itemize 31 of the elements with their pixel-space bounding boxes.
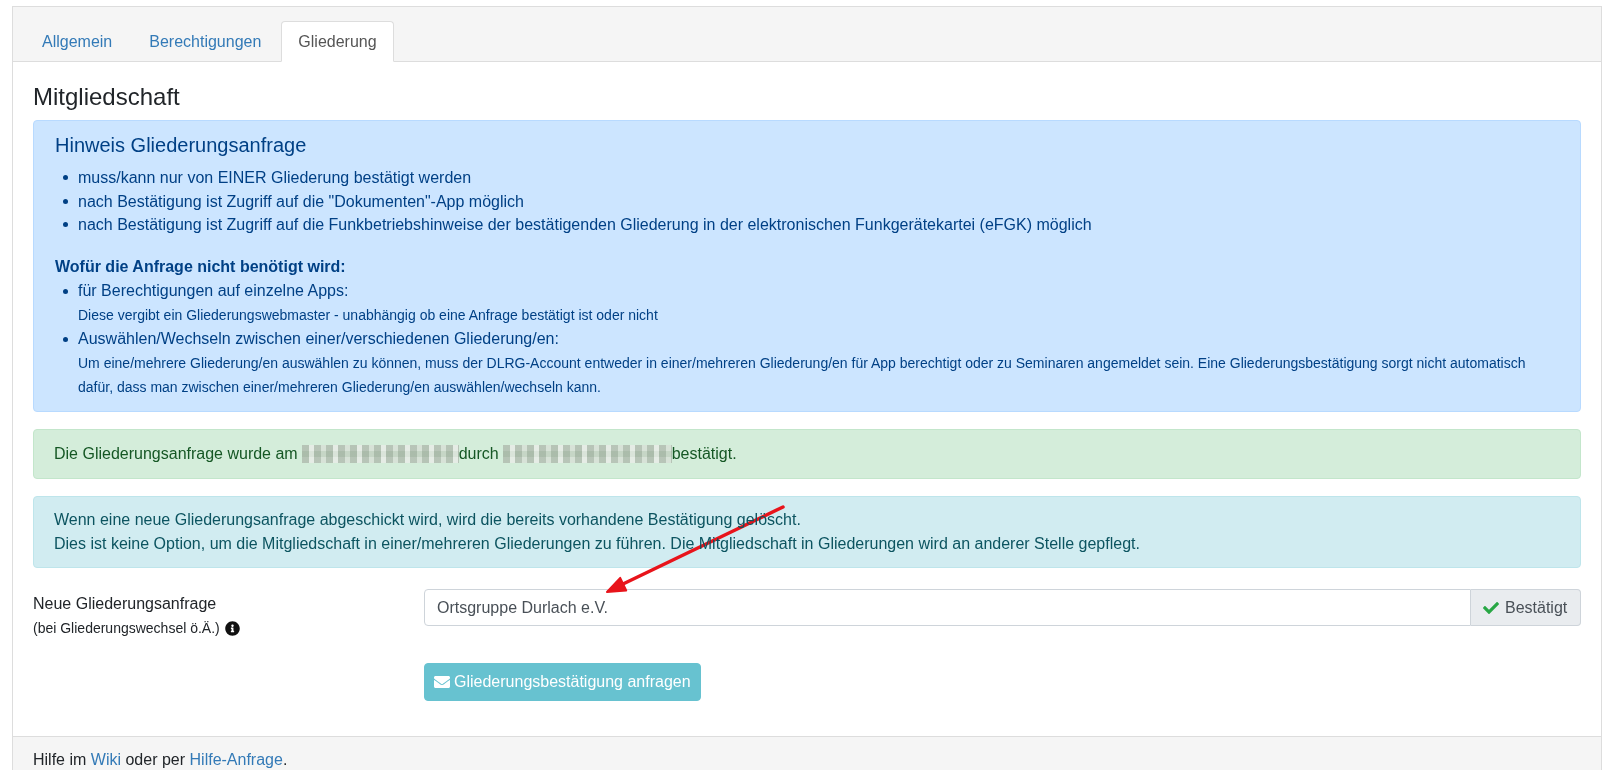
check-icon xyxy=(1483,599,1499,616)
field-label: Neue Gliederungsanfrage xyxy=(33,594,217,614)
bullet-icon xyxy=(63,288,68,294)
notice-detail: Diese vergibt ein Gliederungswebmaster - unabhängig ob eine Anfrage bestätigt ist oder nicht xyxy=(78,306,658,325)
bullet-icon xyxy=(63,222,68,228)
bullet-icon xyxy=(63,175,68,181)
confirmation-text: durch xyxy=(458,444,499,464)
confirmation-text: bestätigt. xyxy=(671,444,737,464)
status-label: Bestätigt xyxy=(1505,598,1568,617)
tab[interactable]: Berechtigungen xyxy=(132,21,279,62)
notice-title: Hinweis Gliederungsanfrage xyxy=(55,133,308,157)
notice-item: muss/kann nur von EINER Gliederung bestätigt werden xyxy=(78,168,472,188)
tab[interactable]: Gliederung xyxy=(281,21,394,62)
footer-text: Hilfe im Wiki oder per Hilfe-Anfrage. xyxy=(33,751,288,769)
notice-subheading: Wofür die Anfrage nicht benötigt wird: xyxy=(55,257,347,277)
field-hint: (bei Gliederungswechsel ö.Ä.) xyxy=(33,619,220,638)
confirmation-text: Die Gliederungsanfrage wurde am xyxy=(54,444,298,464)
notice-item: für Berechtigungen auf einzelne Apps: xyxy=(78,281,349,301)
notice-detail: Um eine/mehrere Gliederung/en auswählen zu können, muss der DLRG-Account entweder in einer/mehreren Gliederung/en für App berechtigt oder zu Seminaren angemeldet sein. Eine Gliederungsbestätigung sorgt nicht automatisch dafür, dass man zwischen einer/mehreren Gliederung/en auswählen/wechseln kann. xyxy=(78,354,1527,397)
envelope-icon xyxy=(434,674,450,690)
notice-item: nach Bestätigung ist Zugriff auf die Funkbetriebshinweise der bestätigenden Gliederung in der elektronischen Funkgerätekartei (eFGK) möglich xyxy=(78,215,1092,235)
section-heading: Mitgliedschaft xyxy=(33,82,181,112)
bullet-icon xyxy=(63,198,68,204)
notice-item: nach Bestätigung ist Zugriff auf die "Dokumenten"-App möglich xyxy=(78,191,524,212)
info-icon[interactable] xyxy=(224,620,240,636)
help-request-link[interactable]: Hilfe-Anfrage xyxy=(189,751,283,768)
wiki-link[interactable]: Wiki xyxy=(90,751,121,768)
notice-item: Auswählen/Wechseln zwischen einer/verschiedenen Gliederung/en: xyxy=(78,329,559,349)
tab[interactable]: Allgemein xyxy=(25,21,130,62)
bullet-icon xyxy=(63,336,68,342)
organization-input[interactable]: Ortsgruppe Durlach e.V. xyxy=(424,589,1471,626)
